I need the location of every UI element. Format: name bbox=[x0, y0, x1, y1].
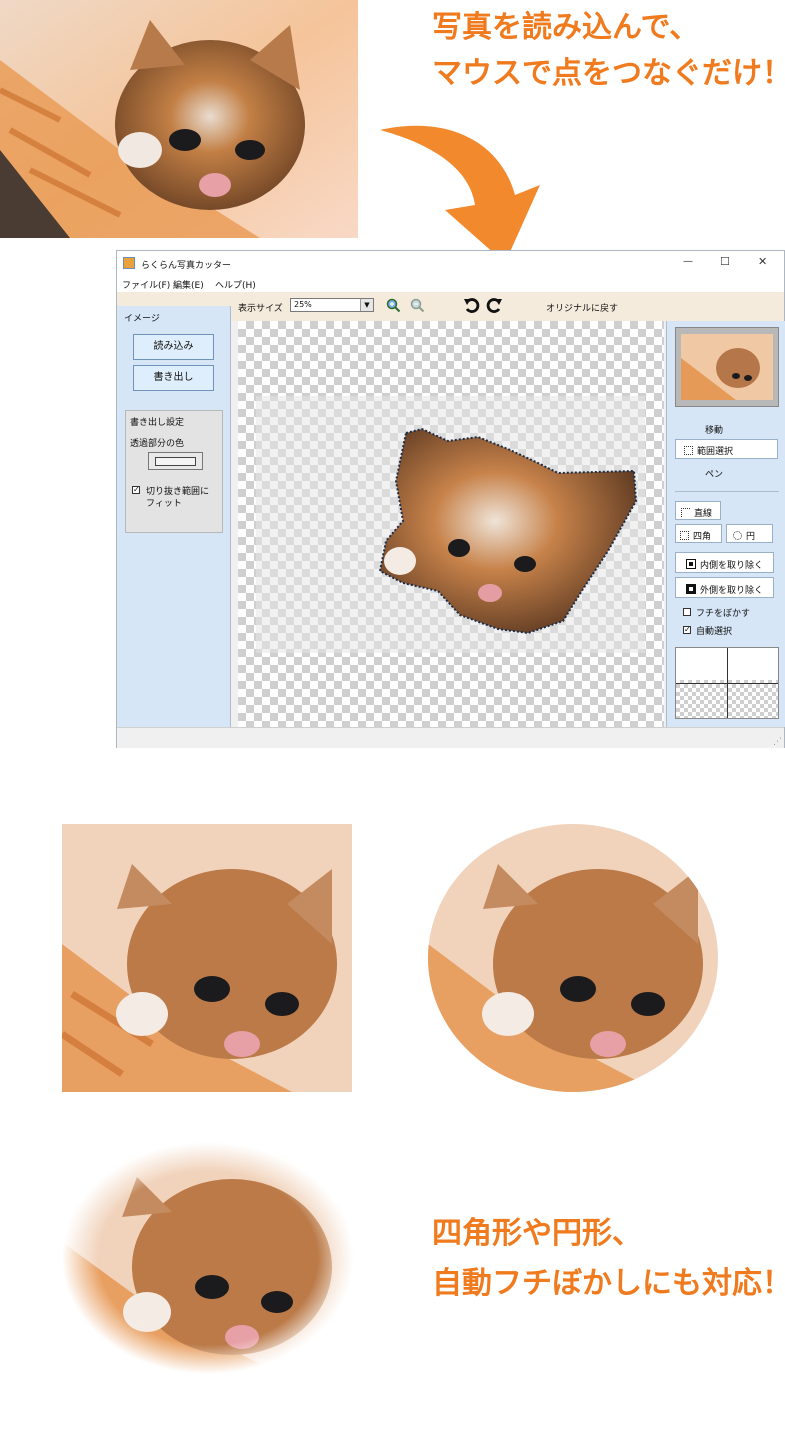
restore-original-button[interactable]: オリジナルに戻す bbox=[546, 301, 618, 314]
menu-bar: ファイル(F) 編集(E) ヘルプ(H) bbox=[117, 277, 784, 292]
dotted-line-icon bbox=[681, 508, 690, 517]
display-size-value: 25% bbox=[294, 300, 312, 309]
outside-fill-icon bbox=[686, 584, 696, 594]
image-tab-label: イメージ bbox=[124, 314, 160, 324]
move-tool[interactable]: 移動 bbox=[705, 423, 723, 436]
remove-inside-label: 内側を取り除く bbox=[700, 561, 764, 571]
fit-checkbox-label-2: フィット bbox=[146, 499, 182, 509]
minimize-button[interactable]: — bbox=[683, 256, 693, 267]
maximize-button[interactable]: ☐ bbox=[720, 255, 730, 268]
square-cutout-example bbox=[62, 824, 352, 1092]
export-settings-title: 書き出し設定 bbox=[130, 418, 185, 428]
headline-bottom-line2: 自動フチぼかしにも対応！ bbox=[432, 1266, 785, 1301]
blur-edge-checkbox[interactable] bbox=[683, 608, 691, 616]
range-select-tool[interactable]: 範囲選択 bbox=[675, 439, 778, 459]
window-title: らくらん写真カッター bbox=[141, 261, 232, 271]
blur-edge-label: フチをぼかす bbox=[696, 609, 751, 619]
menu-edit[interactable]: 編集(E) bbox=[173, 278, 204, 291]
headline-top-line2: マウスで点をつなぐだけ！ bbox=[432, 56, 785, 91]
resize-grip-icon[interactable]: ⋰ bbox=[773, 737, 782, 747]
fit-checkbox[interactable]: ✓ bbox=[132, 486, 140, 494]
circle-label: 円 bbox=[746, 532, 756, 542]
arrow-down-icon bbox=[380, 125, 540, 264]
auto-select-label: 自動選択 bbox=[696, 627, 733, 637]
dotted-circle-icon bbox=[733, 531, 742, 540]
title-bar: らくらん写真カッター — ☐ ✕ bbox=[117, 251, 784, 277]
zoom-out-icon[interactable] bbox=[410, 298, 425, 313]
circle-tool[interactable]: 円 bbox=[726, 524, 773, 543]
chevron-down-icon[interactable]: ▼ bbox=[360, 299, 373, 311]
remove-inside-button[interactable]: 内側を取り除く bbox=[675, 552, 774, 573]
app-window: らくらん写真カッター — ☐ ✕ ファイル(F) 編集(E) ヘルプ(H) 表示… bbox=[116, 250, 785, 748]
remove-outside-button[interactable]: 外側を取り除く bbox=[675, 577, 774, 598]
close-button[interactable]: ✕ bbox=[758, 255, 767, 268]
kitten-photo-original bbox=[0, 0, 358, 238]
export-button[interactable]: 書き出し bbox=[133, 365, 214, 391]
display-size-select[interactable]: 25% ▼ bbox=[290, 298, 374, 312]
circle-cutout-example bbox=[428, 824, 718, 1092]
range-select-label: 範囲選択 bbox=[697, 447, 734, 457]
transparent-color-label: 透過部分の色 bbox=[130, 439, 185, 449]
line-label: 直線 bbox=[694, 509, 713, 519]
left-panel: イメージ 読み込み 書き出し 書き出し設定 透過部分の色 ✓ 切り抜き範囲に フ… bbox=[117, 306, 231, 727]
thumbnail-preview bbox=[675, 327, 779, 407]
rect-tool[interactable]: 四角 bbox=[675, 524, 722, 543]
line-tool[interactable]: 直線 bbox=[675, 501, 721, 520]
panel-divider bbox=[675, 491, 779, 492]
right-panel: 移動 範囲選択 ペン 直線 四角 円 内側を取り除く 外側を取り除く フチをぼか… bbox=[666, 321, 785, 727]
auto-select-checkbox[interactable]: ✓ bbox=[683, 626, 691, 634]
inside-fill-icon bbox=[686, 559, 696, 569]
remove-outside-label: 外側を取り除く bbox=[700, 586, 764, 596]
app-icon bbox=[123, 257, 135, 269]
export-settings-group: 書き出し設定 透過部分の色 ✓ 切り抜き範囲に フィット bbox=[125, 410, 223, 533]
headline-bottom-line1: 四角形や円形、 bbox=[432, 1216, 642, 1251]
pen-tool[interactable]: ペン bbox=[705, 467, 723, 480]
redo-icon[interactable] bbox=[486, 297, 503, 313]
blur-preview bbox=[675, 647, 779, 719]
dotted-rect-icon bbox=[684, 446, 693, 455]
zoom-in-icon[interactable] bbox=[386, 298, 401, 313]
menu-file[interactable]: ファイル(F) bbox=[122, 278, 170, 291]
status-bar: ⋰ bbox=[117, 727, 784, 748]
transparent-color-swatch[interactable] bbox=[148, 452, 203, 470]
blurred-oval-cutout-example bbox=[62, 1142, 354, 1374]
undo-icon[interactable] bbox=[463, 297, 480, 313]
menu-help[interactable]: ヘルプ(H) bbox=[215, 278, 256, 291]
display-size-label: 表示サイズ bbox=[238, 304, 283, 314]
rect-label: 四角 bbox=[693, 532, 712, 542]
load-button[interactable]: 読み込み bbox=[133, 334, 214, 360]
headline-top-line1: 写真を読み込んで、 bbox=[432, 10, 700, 45]
image-canvas[interactable] bbox=[238, 321, 664, 727]
cutout-image bbox=[256, 396, 645, 653]
dotted-rect-icon bbox=[680, 531, 689, 540]
